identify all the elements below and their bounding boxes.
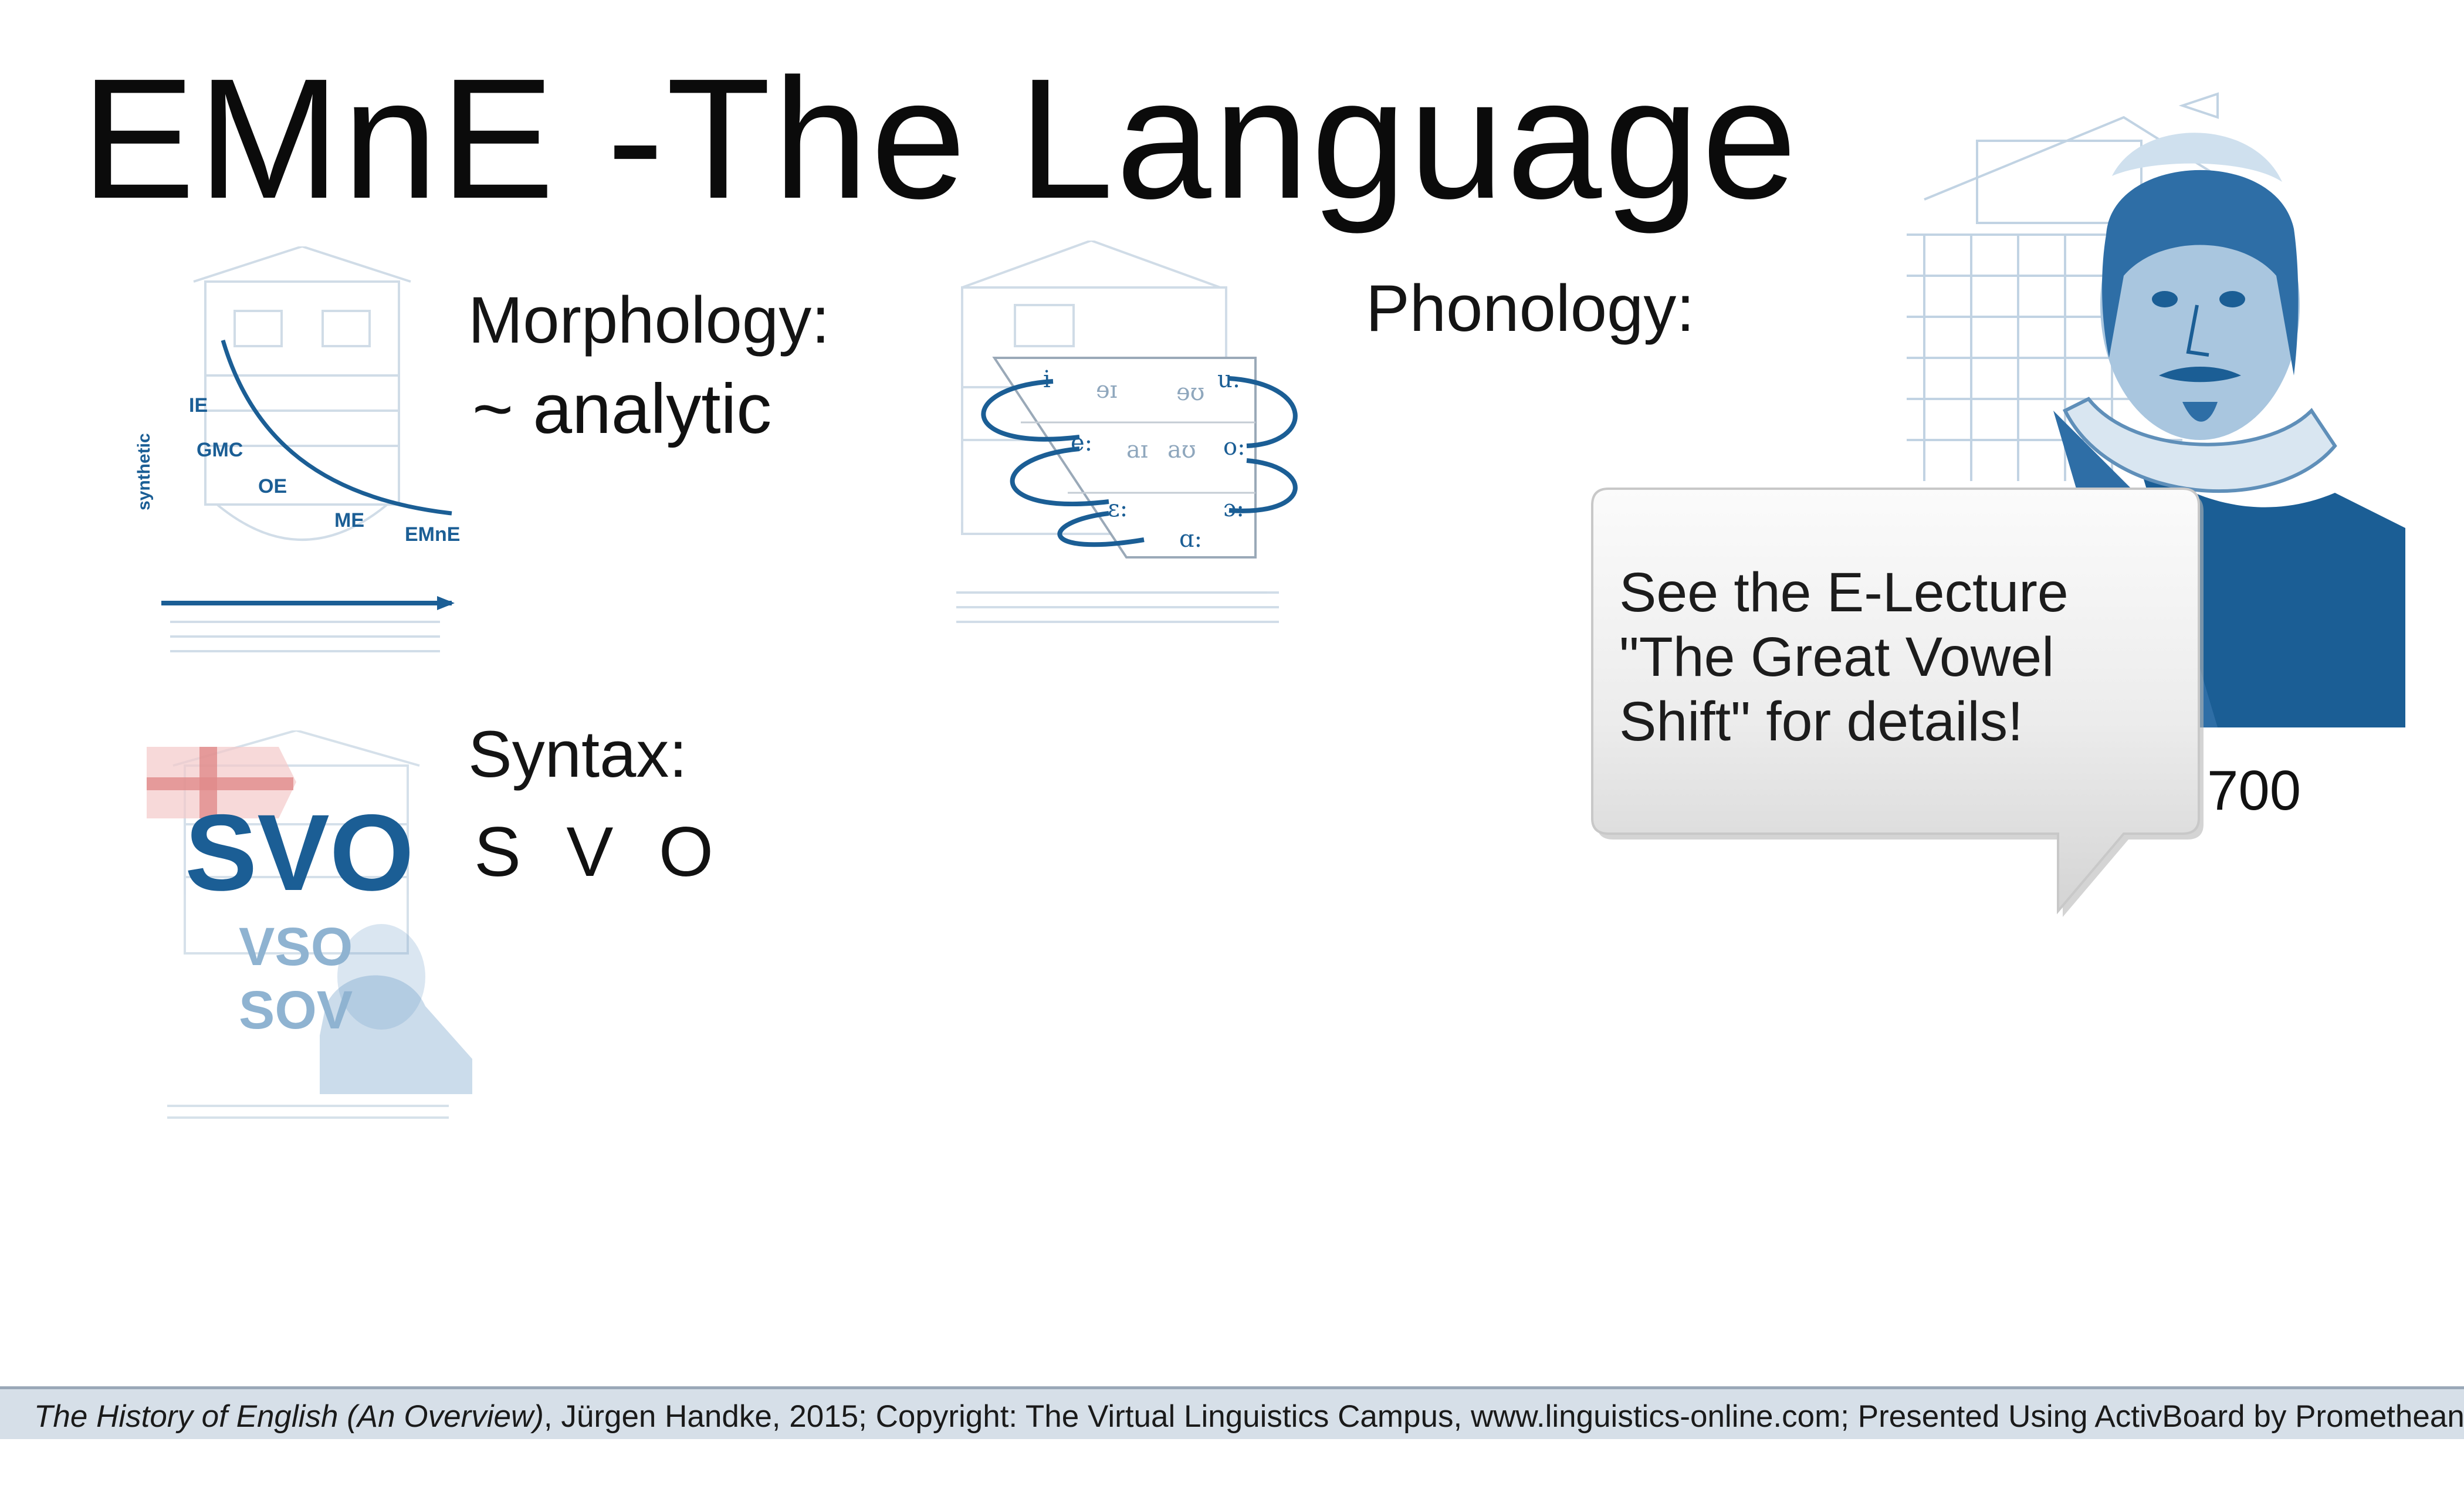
vowel-symbol: ɔ: <box>1223 495 1244 522</box>
morphology-value: ~ analytic <box>472 370 772 448</box>
vowel-symbol: ɘʊ <box>1176 379 1204 406</box>
svo-secondary: SOV <box>239 980 353 1040</box>
vowel-shift-graphic: i ɘɪ ɘʊ u: e: aɪ aʊ o: ɛ: ɔ: ɑ: <box>956 241 1298 623</box>
partial-year-label: 700 <box>2207 759 2301 822</box>
syntax-order-graphic: SVO VSO SOV <box>147 730 472 1119</box>
stage-label: ME <box>334 509 364 532</box>
vowel-symbol: u: <box>1217 366 1240 393</box>
syntax-thumbnail: SVO VSO SOV <box>144 730 478 1129</box>
footer-credit: The History of English (An Overview), Jü… <box>34 1401 2464 1432</box>
slide: EMnE -The Language synthetic IE GMC OE M… <box>0 0 2464 1496</box>
stage-label: EMnE <box>405 523 460 546</box>
vowel-symbol: aɪ <box>1126 436 1148 463</box>
stage-label: IE <box>189 394 208 417</box>
vowel-symbol: ɘɪ <box>1096 377 1117 404</box>
morphology-chart-graphic: synthetic IE GMC OE ME EMnE <box>135 246 460 652</box>
vowel-symbol: ɑ: <box>1179 526 1202 553</box>
footer-course-title: The History of English (An Overview) <box>34 1399 544 1434</box>
phonology-thumbnail: i ɘɪ ɘʊ u: e: aɪ aʊ o: ɛ: ɔ: ɑ: <box>950 241 1314 651</box>
stage-label: OE <box>258 475 287 497</box>
phonology-label: Phonology: <box>1366 272 1695 345</box>
svo-primary: SVO <box>185 793 414 913</box>
syntax-value: S V O <box>474 813 727 891</box>
svo-secondary: VSO <box>239 917 353 977</box>
footer-copyright: , Jürgen Handke, 2015; Copyright: The Vi… <box>543 1399 2464 1434</box>
axis-label-synthetic: synthetic <box>135 433 154 510</box>
vowel-symbol: ɛ: <box>1108 495 1128 522</box>
morphology-thumbnail: synthetic IE GMC OE ME EMnE <box>135 246 469 681</box>
syntax-label: Syntax: <box>468 717 688 791</box>
slide-title: EMnE -The Language <box>81 43 1799 234</box>
stage-label: GMC <box>197 439 243 461</box>
vowel-symbol: aʊ <box>1167 436 1196 463</box>
vowel-symbol: i <box>1043 366 1051 393</box>
bottom-band <box>0 1439 2464 1496</box>
morphology-label: Morphology: <box>468 283 830 357</box>
vowel-symbol: e: <box>1071 429 1092 456</box>
callout-text: See the E-Lecture "The Great Vowel Shift… <box>1619 561 2069 753</box>
vowel-symbol: o: <box>1223 434 1245 461</box>
footer-bar: The History of English (An Overview), Jü… <box>0 1386 2464 1439</box>
